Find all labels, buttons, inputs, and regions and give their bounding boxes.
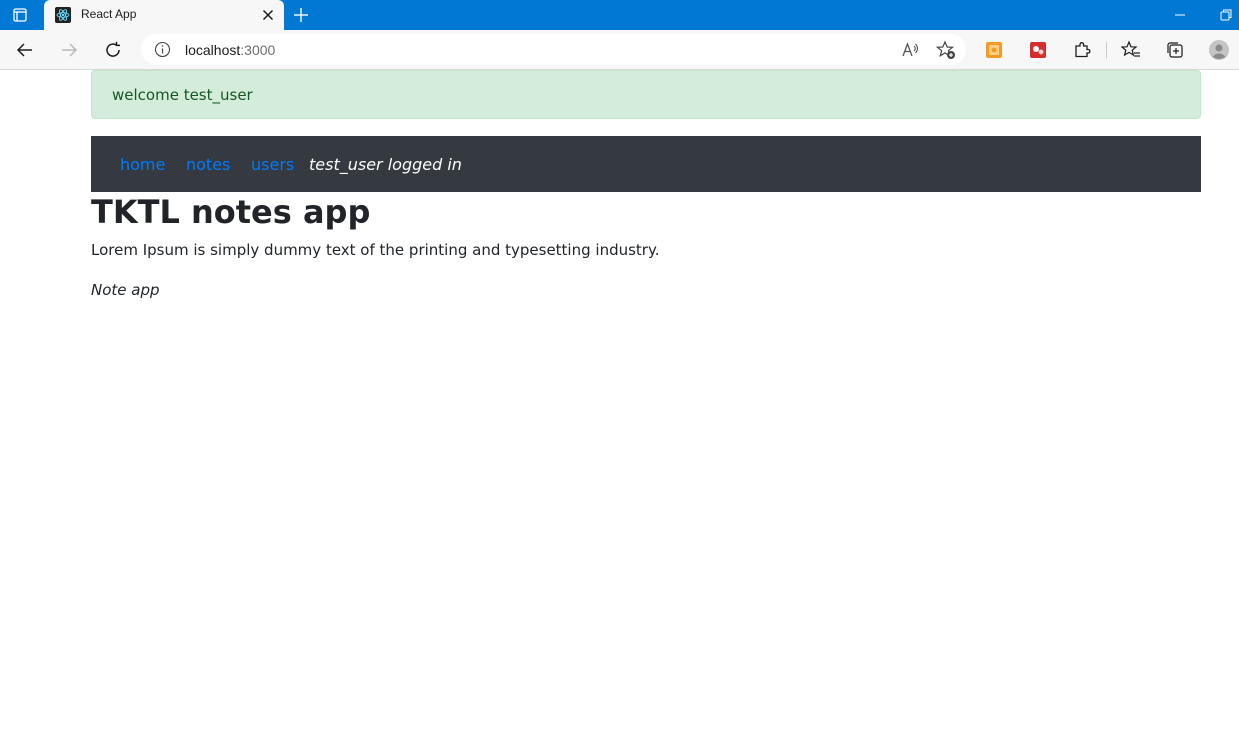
read-aloud-icon[interactable] <box>900 40 920 60</box>
browser-toolbar: localhost:3000 <box>0 30 1239 70</box>
nav-link-users[interactable]: users <box>251 155 294 174</box>
welcome-notification: welcome test_user <box>91 70 1201 119</box>
page-content: welcome test_user home notes users test_… <box>0 70 1239 743</box>
restore-icon[interactable] <box>1219 8 1233 22</box>
toolbar-separator <box>1106 42 1107 58</box>
close-tab-icon[interactable] <box>260 7 276 23</box>
react-favicon-icon <box>55 7 71 23</box>
tab-actions-button[interactable] <box>0 0 40 30</box>
new-tab-icon[interactable] <box>291 5 311 25</box>
notification-text: welcome test_user <box>112 86 253 104</box>
profile-avatar-icon[interactable] <box>1209 40 1229 60</box>
page-description: Lorem Ipsum is simply dummy text of the … <box>91 241 660 259</box>
nav-link-notes[interactable]: notes <box>186 155 230 174</box>
add-favorite-icon[interactable] <box>936 40 956 60</box>
favorites-icon[interactable] <box>1121 40 1141 60</box>
footer-text: Note app <box>91 281 160 299</box>
refresh-icon[interactable] <box>103 40 123 60</box>
forward-arrow-icon[interactable] <box>59 40 79 60</box>
tab-actions-icon <box>13 8 27 22</box>
active-tab[interactable]: React App <box>44 0 284 30</box>
nav-link-home[interactable]: home <box>120 155 165 174</box>
minimize-icon[interactable] <box>1173 8 1187 22</box>
address-port: :3000 <box>240 42 276 58</box>
collections-icon[interactable] <box>1165 40 1185 60</box>
back-arrow-icon[interactable] <box>15 40 35 60</box>
extension-red-icon[interactable] <box>1028 40 1048 60</box>
tab-title: React App <box>81 7 137 21</box>
login-status: test_user logged in <box>309 155 462 174</box>
navbar: home notes users test_user logged in <box>91 136 1201 192</box>
address-text[interactable]: localhost:3000 <box>185 42 275 58</box>
address-host: localhost <box>185 42 241 58</box>
info-icon[interactable] <box>154 41 171 58</box>
extension-orange-icon[interactable] <box>984 40 1004 60</box>
extensions-puzzle-icon[interactable] <box>1072 40 1092 60</box>
page-title: TKTL notes app <box>91 193 371 231</box>
browser-title-bar: React App <box>0 0 1239 30</box>
address-bar[interactable]: localhost:3000 <box>141 34 966 65</box>
